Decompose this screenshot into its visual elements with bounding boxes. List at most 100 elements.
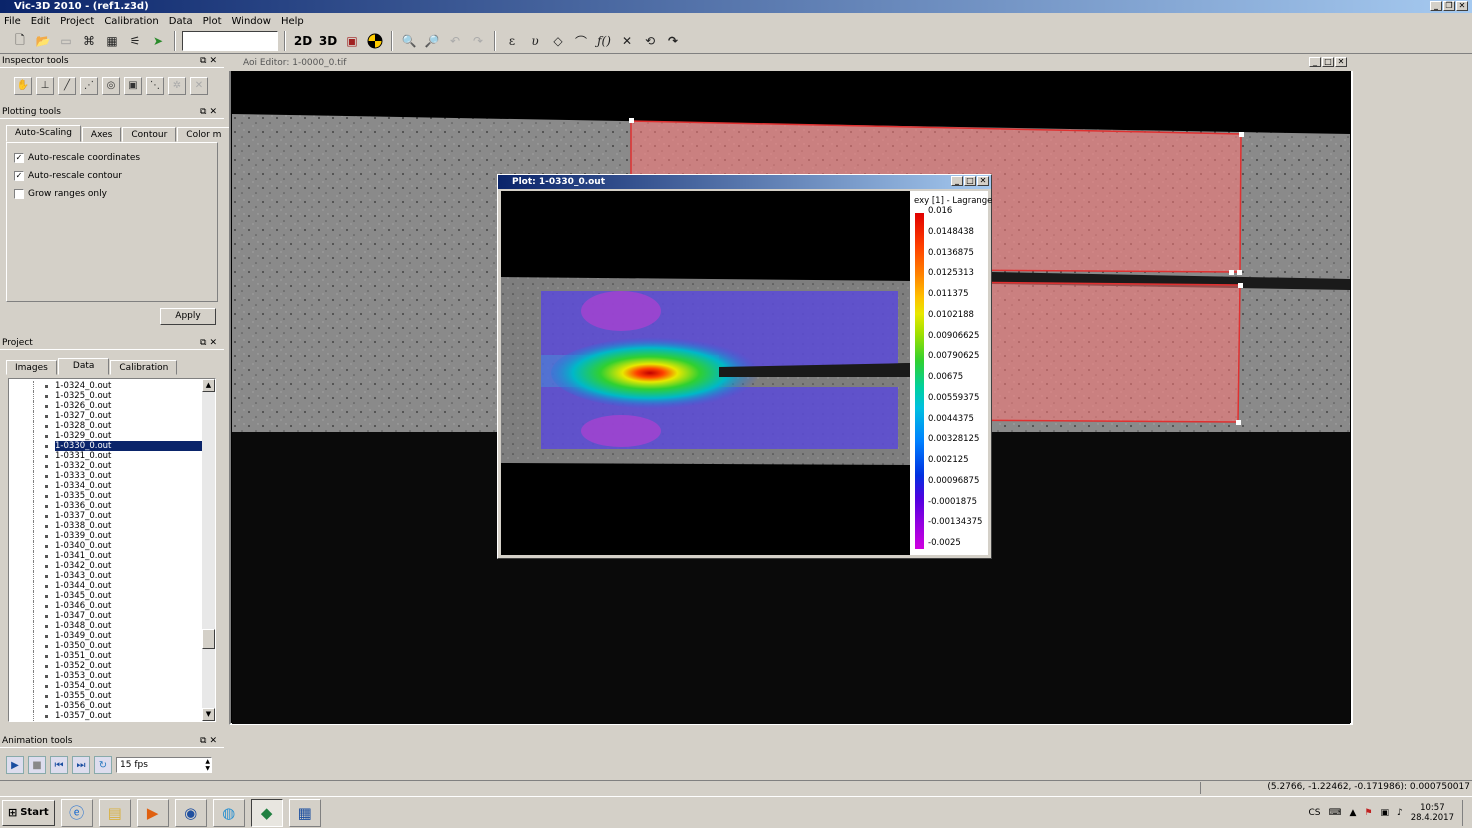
tray-expand-icon[interactable]: ▲ [1349, 808, 1356, 818]
new-file-icon[interactable]: 🗋 [10, 31, 30, 51]
view-2d-button[interactable]: 2D [292, 31, 314, 51]
action-center-icon[interactable]: ⚑ [1364, 808, 1372, 818]
tree-file-item[interactable]: 1-0346_0.out [9, 601, 215, 611]
checkbox-checked-icon[interactable]: ✓ [14, 171, 24, 181]
stereo-icon[interactable]: ▣ [342, 31, 362, 51]
curve-arrow-icon[interactable]: ↷ [663, 31, 683, 51]
skip-last-icon[interactable]: ⏭ [72, 756, 90, 774]
star-tool-icon[interactable]: ✲ [168, 76, 186, 95]
tab-contour[interactable]: Contour [122, 127, 177, 142]
tree-file-item[interactable]: 1-0344_0.out [9, 581, 215, 591]
undo-icon[interactable]: ↶ [445, 31, 465, 51]
maximize-button[interactable]: □ [964, 176, 976, 186]
tree-file-item[interactable]: 1-0324_0.out [9, 381, 215, 391]
tree-file-item[interactable]: 1-0330_0.out [9, 441, 215, 451]
menu-plot[interactable]: Plot [203, 14, 222, 29]
close-button[interactable]: ✕ [977, 176, 989, 186]
fps-spinbox[interactable]: 15 fps ▲ ▼ [116, 757, 212, 773]
calibrate-icon[interactable]: ⌘ [79, 31, 99, 51]
browser-icon[interactable]: ◍ [212, 798, 245, 827]
hand-tool-icon[interactable]: ✋ [14, 76, 32, 95]
tree-file-item[interactable]: 1-0350_0.out [9, 641, 215, 651]
tree-file-item[interactable]: 1-0340_0.out [9, 541, 215, 551]
tree-file-item[interactable]: 1-0334_0.out [9, 481, 215, 491]
panel-dock-close-icon[interactable]: ⧉✕ [200, 55, 220, 68]
tab-axes[interactable]: Axes [81, 127, 122, 142]
redo-icon[interactable]: ↷ [468, 31, 488, 51]
tree-file-item[interactable]: 1-0335_0.out [9, 491, 215, 501]
rotate-icon[interactable]: ⟲ [640, 31, 660, 51]
tree-file-item[interactable]: 1-0337_0.out [9, 511, 215, 521]
zoom-out-icon[interactable]: 🔎 [422, 31, 442, 51]
velocity-icon[interactable]: υ [525, 31, 545, 51]
tree-file-item[interactable]: 1-0347_0.out [9, 611, 215, 621]
diamond-icon[interactable]: ◇ [548, 31, 568, 51]
show-desktop-button[interactable] [1462, 800, 1468, 826]
wand-icon[interactable]: ⚟ [125, 31, 145, 51]
language-indicator[interactable]: CS [1308, 808, 1320, 818]
minimize-button[interactable]: _ [1309, 57, 1321, 67]
grow-ranges-only-option[interactable]: Grow ranges only [7, 185, 217, 203]
keyboard-icon[interactable]: ⌨ [1328, 808, 1341, 818]
clock[interactable]: 10:57 28.4.2017 [1411, 803, 1454, 823]
view-3d-button[interactable]: 3D [317, 31, 339, 51]
menu-data[interactable]: Data [169, 14, 193, 29]
function-icon[interactable]: ƒ() [594, 31, 614, 51]
save-icon[interactable]: ▭ [56, 31, 76, 51]
scroll-up-icon[interactable]: ▲ [202, 379, 215, 392]
open-folder-icon[interactable]: 📂 [33, 31, 53, 51]
zoom-in-icon[interactable]: 🔍 [399, 31, 419, 51]
file-explorer-icon[interactable]: ▤ [98, 798, 131, 827]
menu-window[interactable]: Window [232, 14, 271, 29]
play-icon[interactable]: ▶ [6, 756, 24, 774]
volume-icon[interactable]: ♪ [1397, 808, 1403, 818]
network-icon[interactable]: ▣ [1380, 808, 1389, 818]
run-arrow-icon[interactable]: ➤ [148, 31, 168, 51]
tab-data[interactable]: Data [57, 358, 110, 375]
menu-help[interactable]: Help [281, 14, 304, 29]
tab-images[interactable]: Images [6, 360, 57, 375]
minimize-button[interactable]: _ [951, 176, 963, 186]
target-icon[interactable] [365, 31, 385, 51]
panel-dock-close-icon[interactable]: ⧉✕ [200, 106, 220, 119]
tree-file-item[interactable]: 1-0338_0.out [9, 521, 215, 531]
checkbox-checked-icon[interactable]: ✓ [14, 153, 24, 163]
rect-tool-icon[interactable]: ▣ [124, 76, 142, 95]
tab-calibration[interactable]: Calibration [110, 360, 178, 375]
tree-file-item[interactable]: 1-0332_0.out [9, 461, 215, 471]
tree-file-item[interactable]: 1-0343_0.out [9, 571, 215, 581]
toolbar-combo-input[interactable] [182, 31, 278, 51]
arc-icon[interactable]: ⌒ [571, 31, 591, 51]
extensometer-tool-icon[interactable]: ⋱ [146, 76, 164, 95]
skip-first-icon[interactable]: ⏮ [50, 756, 68, 774]
polyline-tool-icon[interactable]: ⋰ [80, 76, 98, 95]
tree-file-item[interactable]: 1-0355_0.out [9, 691, 215, 701]
close-button[interactable]: ✕ [1335, 57, 1347, 67]
tree-file-item[interactable]: 1-0348_0.out [9, 621, 215, 631]
tree-scrollbar[interactable]: ▲ ▼ [202, 379, 215, 721]
tree-file-item[interactable]: 1-0352_0.out [9, 661, 215, 671]
tree-file-item[interactable]: 1-0341_0.out [9, 551, 215, 561]
auto-rescale-coordinates-option[interactable]: ✓ Auto-rescale coordinates [7, 149, 217, 167]
circle-tool-icon[interactable]: ◎ [102, 76, 120, 95]
start-button[interactable]: ⊞ Start [2, 799, 55, 826]
apply-button[interactable]: Apply [160, 308, 216, 325]
tree-file-item[interactable]: 1-0354_0.out [9, 681, 215, 691]
line-tool-icon[interactable]: ╱ [58, 76, 76, 95]
tree-file-item[interactable]: 1-0336_0.out [9, 501, 215, 511]
tree-file-item[interactable]: 1-0356_0.out [9, 701, 215, 711]
grid-icon[interactable]: ▦ [102, 31, 122, 51]
tree-file-item[interactable]: 1-0333_0.out [9, 471, 215, 481]
auto-rescale-contour-option[interactable]: ✓ Auto-rescale contour [7, 167, 217, 185]
thunderbird-icon[interactable]: ◉ [174, 798, 207, 827]
media-player-icon[interactable]: ▶ [136, 798, 169, 827]
menu-edit[interactable]: Edit [31, 14, 50, 29]
maximize-button[interactable]: □ [1322, 57, 1334, 67]
tree-file-item[interactable]: 1-0331_0.out [9, 451, 215, 461]
menu-project[interactable]: Project [60, 14, 94, 29]
panel-dock-close-icon[interactable]: ⧉✕ [200, 735, 220, 748]
menu-file[interactable]: File [4, 14, 21, 29]
tree-file-item[interactable]: 1-0328_0.out [9, 421, 215, 431]
tree-file-item[interactable]: 1-0329_0.out [9, 431, 215, 441]
strain-contour-image[interactable] [501, 191, 911, 555]
